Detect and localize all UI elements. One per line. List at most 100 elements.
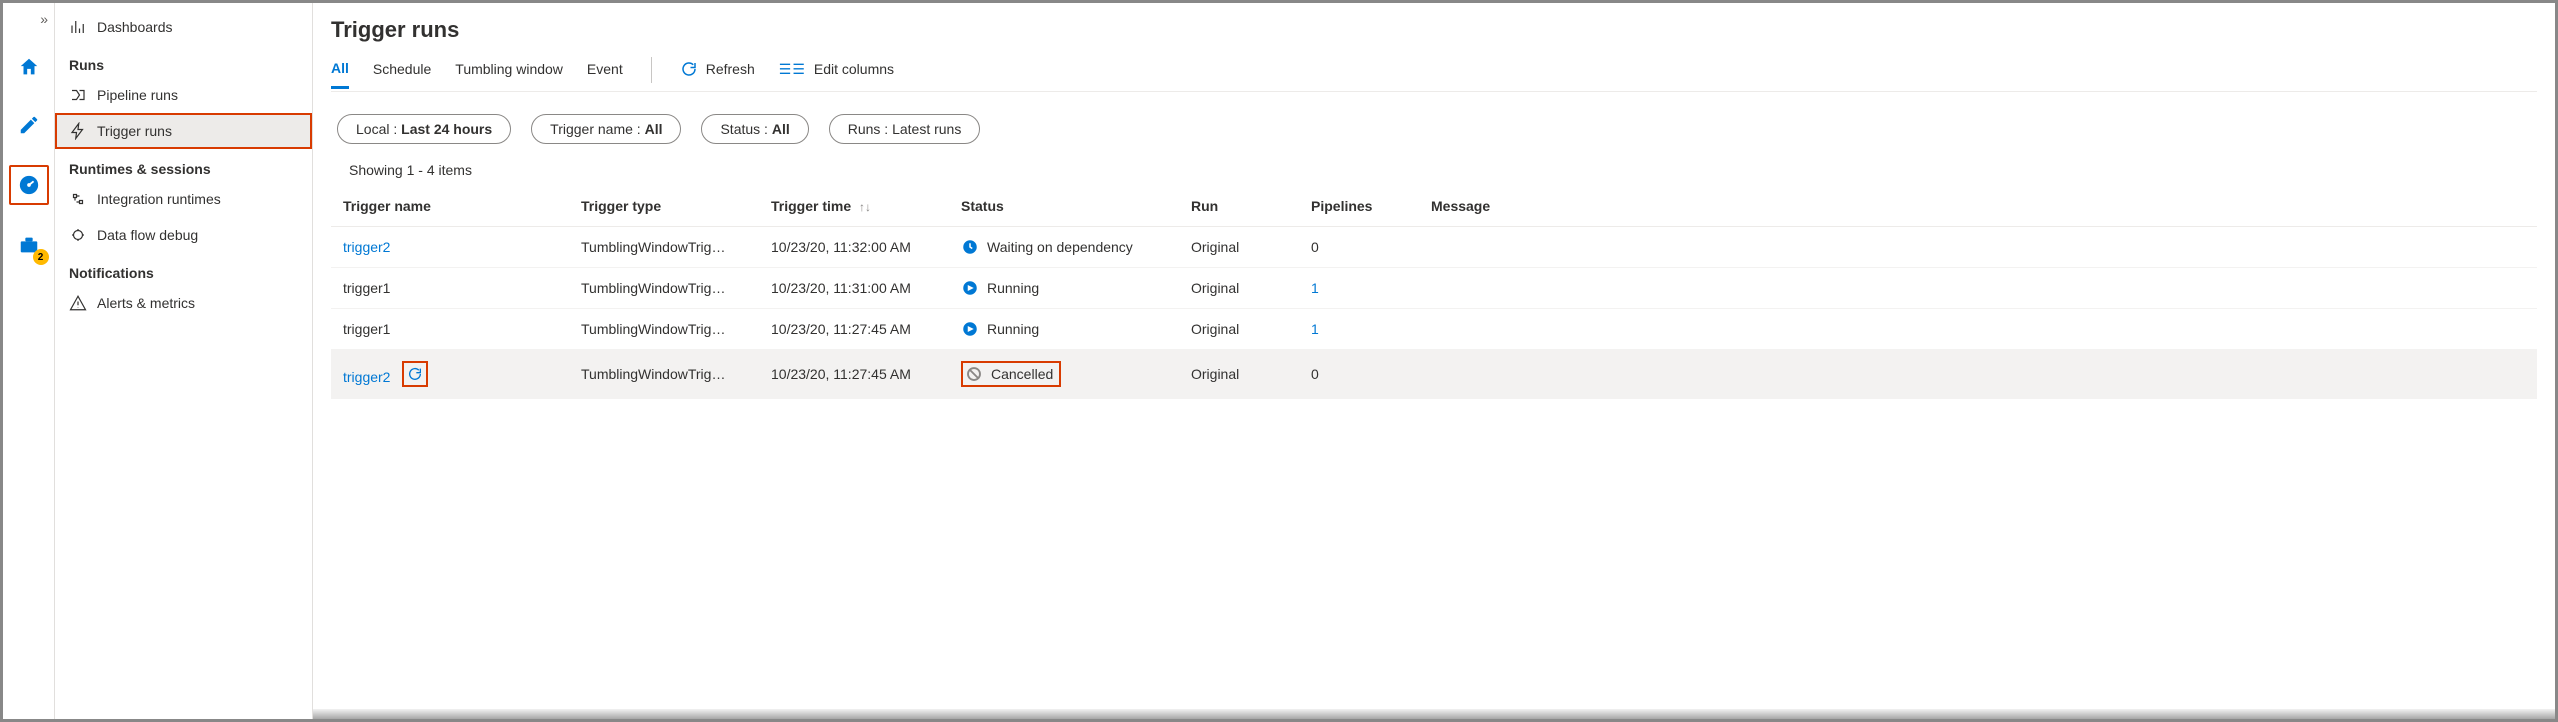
action-label: Refresh xyxy=(706,61,755,77)
filter-status[interactable]: Status : All xyxy=(701,114,808,144)
status-text: Running xyxy=(987,321,1039,337)
trigger-type-cell: TumblingWindowTrig… xyxy=(571,227,761,268)
rail-home[interactable] xyxy=(11,49,47,85)
filter-trigger-name[interactable]: Trigger name : All xyxy=(531,114,681,144)
status-highlight: Cancelled xyxy=(961,361,1061,387)
sidebar-alerts-metrics[interactable]: Alerts & metrics xyxy=(55,285,312,321)
refresh-button[interactable]: Refresh xyxy=(680,60,755,88)
table-row[interactable]: trigger2 TumblingWindowTrig…10/23/20, 11… xyxy=(331,350,2537,399)
message-cell xyxy=(1421,268,2537,309)
status-icon xyxy=(965,365,983,383)
rail-monitor[interactable] xyxy=(9,165,49,205)
status-text: Running xyxy=(987,280,1039,296)
table-row[interactable]: trigger1 TumblingWindowTrig…10/23/20, 11:… xyxy=(331,268,2537,309)
sidebar-label: Data flow debug xyxy=(97,227,198,243)
trigger-type-cell: TumblingWindowTrig… xyxy=(571,309,761,350)
run-cell: Original xyxy=(1181,227,1301,268)
sort-icon: ↑↓ xyxy=(859,200,871,214)
tab-event[interactable]: Event xyxy=(587,61,623,87)
trigger-time-cell: 10/23/20, 11:27:45 AM xyxy=(761,309,951,350)
sidebar-label: Alerts & metrics xyxy=(97,295,195,311)
refresh-icon xyxy=(680,60,698,78)
sidebar-header-notifications: Notifications xyxy=(55,253,312,285)
pencil-icon xyxy=(18,114,40,136)
filter-runs[interactable]: Runs : Latest runs xyxy=(829,114,981,144)
trigger-type-cell: TumblingWindowTrig… xyxy=(571,268,761,309)
action-label: Edit columns xyxy=(814,61,894,77)
table-row[interactable]: trigger1 TumblingWindowTrig…10/23/20, 11:… xyxy=(331,309,2537,350)
col-trigger-type[interactable]: Trigger type xyxy=(571,186,761,227)
sidebar-pipeline-runs[interactable]: Pipeline runs xyxy=(55,77,312,113)
sidebar: Dashboards Runs Pipeline runs Trigger ru… xyxy=(55,3,313,719)
trigger-name-text: trigger1 xyxy=(343,280,390,296)
sidebar-trigger-runs[interactable]: Trigger runs xyxy=(55,113,312,149)
tab-tumbling[interactable]: Tumbling window xyxy=(455,61,563,87)
run-cell: Original xyxy=(1181,268,1301,309)
connection-icon xyxy=(69,190,87,208)
trigger-type-cell: TumblingWindowTrig… xyxy=(571,350,761,399)
gauge-icon xyxy=(18,174,40,196)
col-trigger-time[interactable]: Trigger time ↑↓ xyxy=(761,186,951,227)
tab-schedule[interactable]: Schedule xyxy=(373,61,431,87)
tabs-toolbar: All Schedule Tumbling window Event Refre… xyxy=(331,57,2537,92)
sidebar-dashboards[interactable]: Dashboards xyxy=(55,9,312,45)
filter-pills: Local : Last 24 hours Trigger name : All… xyxy=(337,114,2537,144)
separator xyxy=(651,57,652,83)
message-cell xyxy=(1421,309,2537,350)
main-content: Trigger runs All Schedule Tumbling windo… xyxy=(313,3,2555,719)
status-icon xyxy=(961,238,979,256)
col-pipelines[interactable]: Pipelines xyxy=(1301,186,1421,227)
sidebar-label: Integration runtimes xyxy=(97,191,221,207)
trigger-name-text: trigger1 xyxy=(343,321,390,337)
sidebar-header-runtimes: Runtimes & sessions xyxy=(55,149,312,181)
pipeline-icon xyxy=(69,86,87,104)
message-cell xyxy=(1421,227,2537,268)
col-trigger-name[interactable]: Trigger name xyxy=(331,186,571,227)
rail-author[interactable] xyxy=(11,107,47,143)
filter-local[interactable]: Local : Last 24 hours xyxy=(337,114,511,144)
tab-all[interactable]: All xyxy=(331,60,349,89)
status-text: Cancelled xyxy=(991,366,1053,382)
trigger-time-cell: 10/23/20, 11:31:00 AM xyxy=(761,268,951,309)
trigger-name-link[interactable]: trigger2 xyxy=(343,369,390,385)
run-cell: Original xyxy=(1181,350,1301,399)
trigger-icon xyxy=(69,122,87,140)
table-row[interactable]: trigger2 TumblingWindowTrig…10/23/20, 11:… xyxy=(331,227,2537,268)
trigger-time-cell: 10/23/20, 11:32:00 AM xyxy=(761,227,951,268)
trigger-runs-table: Trigger name Trigger type Trigger time ↑… xyxy=(331,186,2537,399)
message-cell xyxy=(1421,350,2537,399)
page-title: Trigger runs xyxy=(331,17,2537,43)
col-message[interactable]: Message xyxy=(1421,186,2537,227)
icon-rail: » 2 xyxy=(3,3,55,719)
sidebar-integration-runtimes[interactable]: Integration runtimes xyxy=(55,181,312,217)
status-icon xyxy=(961,279,979,297)
run-cell: Original xyxy=(1181,309,1301,350)
pipelines-text: 0 xyxy=(1311,239,1319,255)
rail-badge: 2 xyxy=(33,249,49,265)
pipelines-link[interactable]: 1 xyxy=(1311,321,1319,337)
pipelines-link[interactable]: 1 xyxy=(1311,280,1319,296)
trigger-name-link[interactable]: trigger2 xyxy=(343,239,390,255)
home-icon xyxy=(18,56,40,78)
scrollbar-shadow xyxy=(313,709,2555,719)
sidebar-label: Trigger runs xyxy=(97,123,172,139)
collapse-rail-icon[interactable]: » xyxy=(40,11,48,27)
col-status[interactable]: Status xyxy=(951,186,1181,227)
bar-chart-icon xyxy=(69,18,87,36)
sidebar-label: Pipeline runs xyxy=(97,87,178,103)
sidebar-data-flow-debug[interactable]: Data flow debug xyxy=(55,217,312,253)
debug-icon xyxy=(69,226,87,244)
warning-icon xyxy=(69,294,87,312)
status-text: Waiting on dependency xyxy=(987,239,1133,255)
col-run[interactable]: Run xyxy=(1181,186,1301,227)
status-icon xyxy=(961,320,979,338)
columns-icon: ☰☰ xyxy=(779,61,806,78)
showing-count: Showing 1 - 4 items xyxy=(349,162,2537,178)
edit-columns-button[interactable]: ☰☰ Edit columns xyxy=(779,61,894,88)
rail-manage[interactable]: 2 xyxy=(11,227,47,263)
sidebar-header-runs: Runs xyxy=(55,45,312,77)
pipelines-text: 0 xyxy=(1311,366,1319,382)
sidebar-label: Dashboards xyxy=(97,19,173,35)
trigger-time-cell: 10/23/20, 11:27:45 AM xyxy=(761,350,951,399)
rerun-button[interactable] xyxy=(402,361,428,387)
